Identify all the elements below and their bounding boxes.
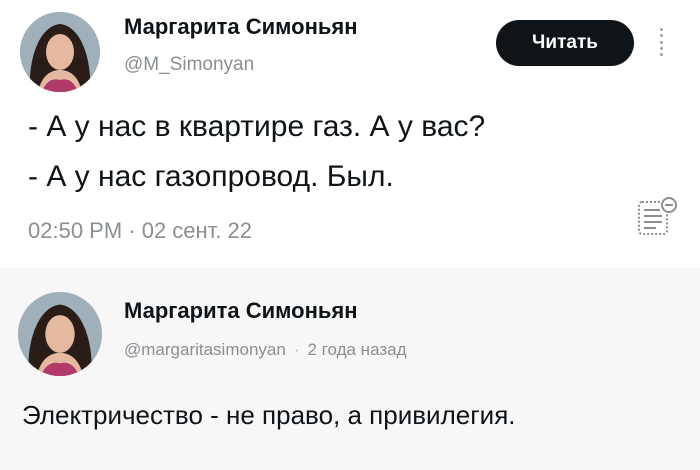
avatar-portrait-icon [20,12,100,92]
reply-author-avatar[interactable] [18,292,102,376]
meta-separator: · [293,340,300,359]
tweet-timestamp[interactable]: 02:50 PM · 02 сент. 22 [28,218,252,244]
author-name[interactable]: Маргарита Симоньян [124,14,358,40]
read-button[interactable]: Читать [496,20,634,66]
vertical-dots-icon[interactable] [656,28,666,56]
tweet-card: Маргарита Симоньян @M_Simonyan Читать - … [0,0,700,268]
author-avatar[interactable] [20,12,100,92]
reply-card: Маргарита Симоньян @margaritasimonyan · 2 … [0,268,700,470]
tweet-text-line-1: - А у нас в квартире газ. А у вас? [28,110,486,143]
reply-text: Электричество - не право, а привилегия. [22,400,516,430]
reply-author-name[interactable]: Маргарита Симоньян [124,298,358,324]
reply-author-handle[interactable]: @margaritasimonyan [124,340,286,359]
reply-relative-time[interactable]: 2 года назад [308,340,407,359]
author-handle[interactable]: @M_Simonyan [124,54,254,76]
reply-meta: @margaritasimonyan · 2 года назад [124,340,407,360]
avatar-portrait-icon [18,292,102,376]
tweet-text-line-2: - А у нас газопровод. Был. [28,160,394,193]
document-list-minus-icon[interactable] [634,194,680,240]
